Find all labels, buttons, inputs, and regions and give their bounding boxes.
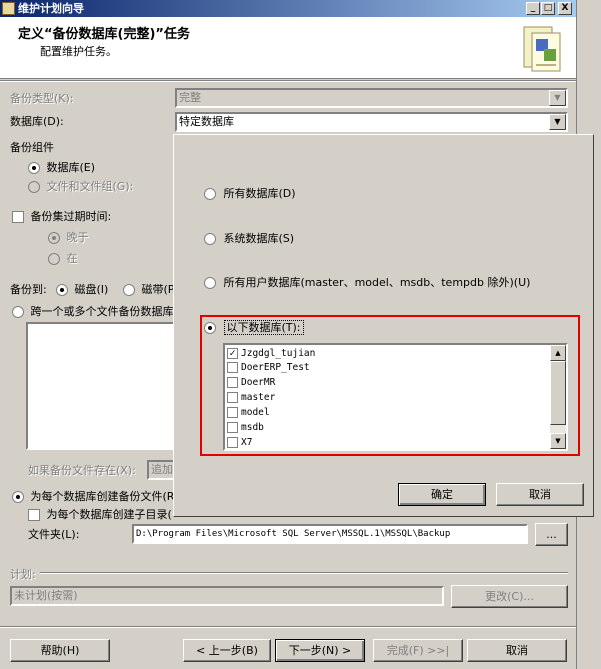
if-exists-label: 如果备份文件存在(X): (28, 464, 136, 477)
checkbox-icon (227, 377, 238, 388)
radio-icon (12, 306, 24, 318)
backup-to-label: 备份到: (10, 283, 47, 296)
page-subtitle: 配置维护任务。 (40, 45, 117, 58)
backup-type-select[interactable]: 完整 ▼ (175, 88, 568, 108)
popup-cancel-button[interactable]: 取消 (496, 483, 584, 506)
radio-selected-icon (48, 232, 60, 244)
checkbox-icon (12, 211, 24, 223)
folder-label: 文件夹(L): (28, 528, 80, 541)
schedule-input: 未计划(按需) (10, 586, 444, 606)
radio-selected-icon (12, 491, 24, 503)
radio-icon (204, 233, 216, 245)
all-databases-option[interactable]: 所有数据库(D) (204, 185, 296, 201)
component-database-radio[interactable]: 数据库(E) (28, 159, 95, 175)
subdir-checkbox[interactable]: 为每个数据库创建子目录( (28, 506, 172, 522)
checkbox-checked-icon: ✓ (227, 348, 238, 359)
scroll-thumb[interactable] (550, 361, 566, 425)
system-databases-option[interactable]: 系统数据库(S) (204, 230, 294, 246)
window-title-bar[interactable]: 维护计划向导 (0, 0, 576, 17)
database-list-item[interactable]: master (227, 391, 275, 406)
expire-on-radio[interactable]: 在 (48, 250, 78, 266)
wizard-graphic-icon (523, 26, 561, 72)
back-button[interactable]: < 上一步(B) (183, 639, 271, 662)
backup-component-label: 备份组件 (10, 141, 54, 154)
database-list-scrollbar[interactable]: ▲ ▼ (550, 345, 566, 449)
footer-divider (0, 626, 576, 628)
cancel-button[interactable]: 取消 (467, 639, 567, 662)
next-button[interactable]: 下一步(N) > (275, 639, 365, 662)
wizard-header: 定义“备份数据库(完整)”任务 配置维护任务。 (0, 17, 576, 79)
checkbox-icon (227, 392, 238, 403)
database-list-item[interactable]: msdb (227, 421, 264, 436)
radio-icon (28, 181, 40, 193)
expire-after-radio[interactable]: 晚于 (48, 229, 89, 245)
database-list-item[interactable]: X7 (227, 436, 252, 449)
checkbox-icon (28, 509, 40, 521)
change-schedule-button[interactable]: 更改(C)... (451, 585, 568, 608)
radio-icon (204, 188, 216, 200)
minimize-button[interactable]: _ (526, 2, 540, 15)
schedule-label: 计划: (10, 568, 36, 581)
expire-checkbox[interactable]: 备份集过期时间: (12, 208, 111, 224)
checkbox-icon (227, 362, 238, 373)
database-list-item[interactable]: DoerERP_Test (227, 361, 310, 376)
wizard-window-icon (2, 2, 15, 15)
database-select[interactable]: 特定数据库 ▼ (175, 112, 568, 132)
backup-to-disk-radio[interactable]: 磁盘(I) (56, 281, 108, 297)
checkbox-icon (227, 407, 238, 418)
database-label: 数据库(D): (10, 115, 64, 128)
radio-selected-icon (56, 284, 68, 296)
database-list-item[interactable]: DoerMR (227, 376, 275, 391)
backup-to-tape-radio[interactable]: 磁带(P (123, 281, 174, 297)
database-list-item[interactable]: ✓ Jzgdgl_tujian (227, 347, 315, 362)
scroll-up-icon[interactable]: ▲ (550, 345, 566, 361)
browse-folder-button[interactable]: ... (535, 523, 568, 546)
ok-button[interactable]: 确定 (398, 483, 486, 506)
close-button[interactable]: X (558, 2, 572, 15)
database-selection-popup: 所有数据库(D) 系统数据库(S) 所有用户数据库(master、model、m… (173, 134, 594, 517)
window-title: 维护计划向导 (18, 2, 84, 15)
database-list[interactable]: ✓ Jzgdgl_tujian DoerERP_Test DoerMR maste… (223, 343, 568, 451)
radio-selected-icon (28, 162, 40, 174)
component-files-radio[interactable]: 文件和文件组(G): (28, 178, 133, 194)
span-files-radio[interactable]: 跨一个或多个文件备份数据库 (12, 303, 174, 319)
help-button[interactable]: 帮助(H) (10, 639, 110, 662)
user-databases-option[interactable]: 所有用户数据库(master、model、msdb、tempdb 除外)(U) (204, 274, 530, 290)
checkbox-icon (227, 422, 238, 433)
radio-icon (123, 284, 135, 296)
maximize-button[interactable]: □ (541, 2, 555, 15)
radio-icon (204, 277, 216, 289)
per-db-file-radio[interactable]: 为每个数据库创建备份文件(R (12, 488, 174, 504)
folder-input[interactable]: D:\Program Files\Microsoft SQL Server\MS… (132, 524, 528, 544)
checkbox-icon (227, 437, 238, 448)
scroll-down-icon[interactable]: ▼ (550, 433, 566, 449)
radio-icon (48, 253, 60, 265)
finish-button[interactable]: 完成(F) >>| (373, 639, 463, 662)
chevron-down-icon: ▼ (549, 114, 566, 130)
database-list-item[interactable]: model (227, 406, 270, 421)
backup-files-list[interactable] (26, 322, 176, 450)
header-divider (0, 80, 576, 82)
chevron-down-icon: ▼ (549, 90, 566, 106)
page-title: 定义“备份数据库(完整)”任务 (18, 27, 190, 42)
backup-type-label: 备份类型(K): (10, 92, 74, 105)
schedule-divider (40, 572, 568, 574)
